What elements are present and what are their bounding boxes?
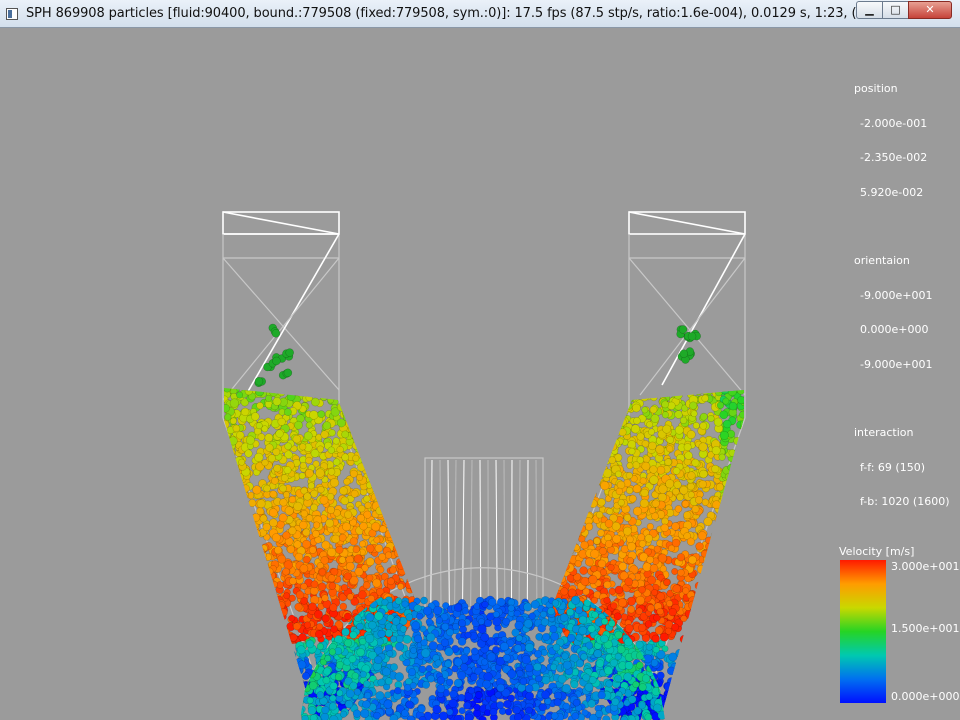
maximize-button[interactable]: □ <box>882 1 908 19</box>
orientation-label: orientaion <box>854 254 910 267</box>
velocity-mid-label: 1.500e+001 <box>891 622 960 635</box>
camera-info-panel: position -2.000e-001 -2.350e-002 5.920e-… <box>854 60 950 531</box>
velocity-legend-title: Velocity [m/s] <box>839 545 915 558</box>
simulation-scene <box>222 211 746 720</box>
velocity-min-label: 0.000e+000 <box>891 690 960 703</box>
velocity-max-label: 3.000e+001 <box>891 560 960 573</box>
minimize-button[interactable]: ▁ <box>856 1 882 19</box>
particle-field <box>224 388 744 720</box>
window-titlebar[interactable]: SPH 869908 particles [fluid:90400, bound… <box>0 0 960 28</box>
particle-clumps <box>254 323 701 388</box>
position-y: -2.350e-002 <box>860 151 928 164</box>
orientation-x: -9.000e+001 <box>860 288 933 302</box>
app-icon[interactable] <box>6 8 18 20</box>
position-z: 5.920e-002 <box>860 185 924 199</box>
window-title: SPH 869908 particles [fluid:90400, bound… <box>26 6 870 21</box>
position-label: position <box>854 82 898 95</box>
orientation-z: -9.000e+001 <box>860 357 933 371</box>
orientation-y: 0.000e+000 <box>860 323 929 336</box>
interaction-fb: f-b: 1020 (1600) <box>860 495 950 508</box>
interaction-ff: f-f: 69 (150) <box>860 460 925 474</box>
velocity-color-bar <box>840 560 886 703</box>
interaction-label: interaction <box>854 426 914 439</box>
simulation-viewport[interactable]: position -2.000e-001 -2.350e-002 5.920e-… <box>0 28 960 720</box>
window-controls: ▁ □ ✕ <box>856 1 952 19</box>
position-x: -2.000e-001 <box>860 116 928 130</box>
close-button[interactable]: ✕ <box>908 1 952 19</box>
